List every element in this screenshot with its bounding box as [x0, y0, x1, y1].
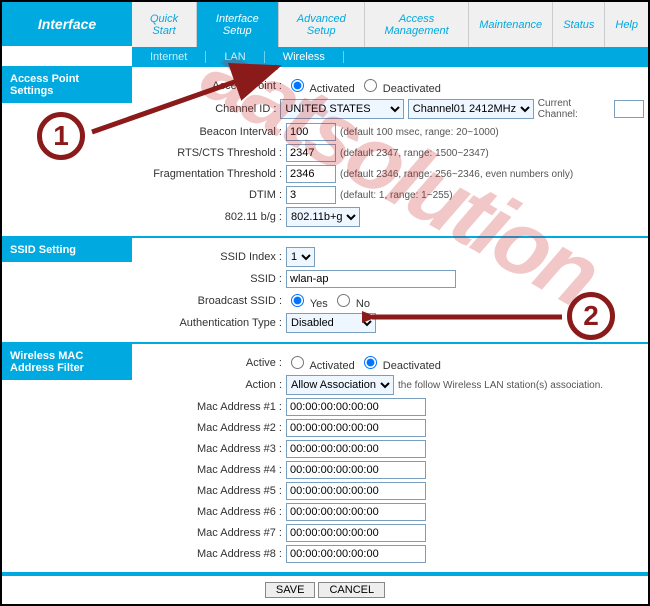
- hint-dtim: (default: 1, range: 1~255): [340, 190, 453, 201]
- label-mac-5: Mac Address #5 :: [136, 485, 286, 497]
- subtab-internet[interactable]: Internet: [132, 51, 206, 63]
- section-ssid: SSID Setting: [2, 238, 132, 262]
- section-access-point: Access Point Settings: [2, 67, 132, 103]
- radio-ap-activated[interactable]: Activated: [286, 76, 355, 95]
- radio-mac-activated[interactable]: Activated: [286, 353, 355, 372]
- input-ssid[interactable]: [286, 270, 456, 288]
- radio-mac-deactivated[interactable]: Deactivated: [359, 353, 441, 372]
- input-mac-1[interactable]: [286, 398, 426, 416]
- label-mac-3: Mac Address #3 :: [136, 443, 286, 455]
- hint-rts: (default 2347, range: 1500~2347): [340, 148, 489, 159]
- tab-quick-start[interactable]: Quick Start: [132, 2, 197, 47]
- label-dtim: DTIM :: [136, 189, 286, 201]
- label-ssid: SSID :: [136, 273, 286, 285]
- label-mac-active: Active :: [136, 357, 286, 369]
- hint-mac-action: the follow Wireless LAN station(s) assoc…: [398, 380, 603, 391]
- select-mac-action[interactable]: Allow Association: [286, 375, 394, 395]
- label-mode: 802.11 b/g :: [136, 211, 286, 223]
- label-beacon: Beacon Interval :: [136, 126, 286, 138]
- input-rts[interactable]: [286, 144, 336, 162]
- label-frag: Fragmentation Threshold :: [136, 168, 286, 180]
- tab-advanced-setup[interactable]: Advanced Setup: [279, 2, 365, 47]
- input-mac-5[interactable]: [286, 482, 426, 500]
- radio-broadcast-yes[interactable]: Yes: [286, 291, 328, 310]
- label-mac-1: Mac Address #1 :: [136, 401, 286, 413]
- radio-ap-deactivated[interactable]: Deactivated: [359, 76, 441, 95]
- label-access-point: Access Point :: [136, 80, 286, 92]
- input-mac-6[interactable]: [286, 503, 426, 521]
- cancel-button[interactable]: CANCEL: [318, 582, 385, 598]
- input-mac-3[interactable]: [286, 440, 426, 458]
- input-mac-4[interactable]: [286, 461, 426, 479]
- subnav-gap: [2, 47, 132, 67]
- label-mac-6: Mac Address #6 :: [136, 506, 286, 518]
- page-title: Interface: [2, 2, 132, 47]
- input-current-channel[interactable]: [614, 100, 644, 118]
- input-beacon[interactable]: [286, 123, 336, 141]
- tab-interface-setup[interactable]: Interface Setup: [197, 2, 278, 47]
- tab-access-management[interactable]: Access Management: [365, 2, 469, 47]
- select-country[interactable]: UNITED STATES: [280, 99, 403, 119]
- label-mac-2: Mac Address #2 :: [136, 422, 286, 434]
- label-channel-id: Channel ID :: [136, 103, 280, 115]
- input-dtim[interactable]: [286, 186, 336, 204]
- radio-broadcast-no[interactable]: No: [332, 291, 370, 310]
- subnav: Internet LAN Wireless: [132, 47, 648, 67]
- label-mac-action: Action :: [136, 379, 286, 391]
- label-broadcast: Broadcast SSID :: [136, 295, 286, 307]
- label-mac-8: Mac Address #8 :: [136, 548, 286, 560]
- select-mode[interactable]: 802.11b+g: [286, 207, 360, 227]
- label-mac-7: Mac Address #7 :: [136, 527, 286, 539]
- input-frag[interactable]: [286, 165, 336, 183]
- label-ssid-index: SSID Index :: [136, 251, 286, 263]
- label-rts: RTS/CTS Threshold :: [136, 147, 286, 159]
- tab-status[interactable]: Status: [553, 2, 605, 47]
- label-auth: Authentication Type :: [136, 317, 286, 329]
- footer: SAVE CANCEL: [2, 574, 648, 604]
- main-tabs: Quick Start Interface Setup Advanced Set…: [132, 2, 648, 47]
- hint-beacon: (default 100 msec, range: 20~1000): [340, 127, 499, 138]
- input-mac-2[interactable]: [286, 419, 426, 437]
- input-mac-8[interactable]: [286, 545, 426, 563]
- label-current-channel: Current Channel:: [538, 98, 610, 120]
- hint-frag: (default 2346, range: 256~2346, even num…: [340, 169, 573, 180]
- save-button[interactable]: SAVE: [265, 582, 316, 598]
- label-mac-4: Mac Address #4 :: [136, 464, 286, 476]
- input-mac-7[interactable]: [286, 524, 426, 542]
- tab-maintenance[interactable]: Maintenance: [469, 2, 553, 47]
- select-ssid-index[interactable]: 1: [286, 247, 315, 267]
- select-auth[interactable]: Disabled: [286, 313, 376, 333]
- subtab-wireless[interactable]: Wireless: [265, 51, 344, 63]
- section-mac-filter: Wireless MAC Address Filter: [2, 344, 132, 380]
- select-channel[interactable]: Channel01 2412MHz: [408, 99, 534, 119]
- subtab-lan[interactable]: LAN: [206, 51, 264, 63]
- tab-help[interactable]: Help: [605, 2, 648, 47]
